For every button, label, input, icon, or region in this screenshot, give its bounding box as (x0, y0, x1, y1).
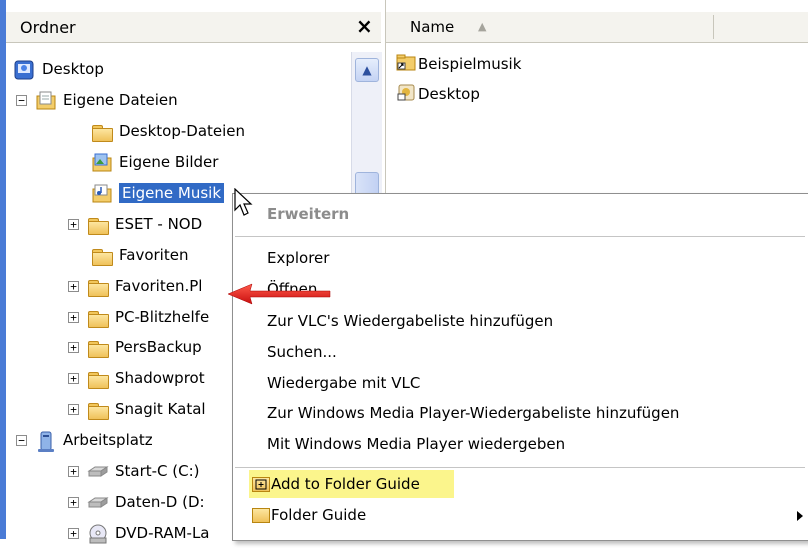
tree-item-pc-blitzhelfer[interactable]: + PC-Blitzhelfe (68, 304, 209, 330)
dvd-drive-icon (87, 524, 109, 543)
tree-item-persbackup[interactable]: + PersBackup (68, 334, 202, 360)
tree-item-favoriten[interactable]: Favoriten (91, 242, 188, 268)
submenu-arrow-icon (797, 511, 803, 521)
music-folder-icon (91, 184, 113, 203)
tree-item-snagit-katalog[interactable]: + Snagit Katal (68, 396, 206, 422)
collapse-icon[interactable]: − (16, 434, 27, 446)
tree-item-start-c[interactable]: + Start-C (C:) (68, 458, 200, 484)
file-item-label: Desktop (418, 85, 480, 103)
tree-item-daten-d[interactable]: + Daten-D (D: (68, 489, 205, 515)
file-item-label: Beispielmusik (418, 55, 522, 73)
scroll-up-icon[interactable]: ▲ (355, 58, 379, 82)
tree-item-label: Arbeitsplatz (63, 431, 153, 449)
expand-icon[interactable]: + (68, 341, 79, 353)
tree-item-label: Favoriten (119, 246, 189, 264)
tree-item-label: PersBackup (115, 338, 202, 356)
tree-item-label: Eigene Musik (119, 183, 225, 203)
expand-icon[interactable]: + (68, 465, 79, 477)
hard-drive-icon (87, 493, 109, 512)
expand-icon[interactable]: + (68, 311, 79, 323)
expand-icon[interactable]: + (68, 372, 79, 384)
sort-ascending-icon: ▲ (478, 20, 487, 33)
folder-icon (87, 277, 109, 297)
column-header: Name ▲ (386, 12, 808, 43)
folder-pane-header: Ordner × (6, 12, 381, 43)
folder-icon (87, 215, 109, 235)
close-pane-button[interactable]: × (356, 14, 373, 38)
tree-item-label: Daten-D (D: (115, 493, 205, 511)
tree-item-label: Snagit Katal (115, 400, 206, 418)
tree-item-label: PC-Blitzhelfe (115, 308, 210, 326)
context-menu: Erweitern Explorer Öffnen Zur VLC's Wied… (232, 193, 808, 541)
menu-item-wmp-playlist[interactable]: Zur Windows Media Player-Wiedergabeliste… (267, 404, 679, 422)
desktop-shortcut-icon (396, 82, 416, 106)
tree-item-eigene-bilder[interactable]: Eigene Bilder (91, 149, 218, 175)
tree-item-arbeitsplatz[interactable]: − Arbeitsplatz (16, 427, 153, 453)
folder-pane-title: Ordner (20, 18, 76, 37)
expand-icon[interactable]: + (68, 496, 79, 508)
menu-item-wmp-play[interactable]: Mit Windows Media Player wiedergeben (267, 435, 565, 453)
pictures-folder-icon (91, 153, 113, 172)
menu-item-vlc-playlist[interactable]: Zur VLC's Wiedergabeliste hinzufügen (267, 312, 553, 330)
folder-icon (87, 400, 109, 420)
menu-separator (235, 236, 805, 237)
add-folder-guide-icon (252, 477, 270, 492)
tree-item-label: Eigene Bilder (119, 153, 219, 171)
tree-item-label: Desktop (42, 60, 104, 78)
folder-icon (87, 308, 109, 328)
collapse-icon[interactable]: − (16, 94, 27, 106)
desktop-icon (14, 60, 36, 79)
tree-item-label: DVD-RAM-La (115, 524, 210, 542)
file-item-desktop[interactable]: Desktop (396, 82, 480, 106)
documents-folder-icon (35, 91, 57, 110)
expand-icon[interactable]: + (68, 403, 79, 415)
menu-item-play-vlc[interactable]: Wiedergabe mit VLC (267, 374, 420, 392)
tree-item-desktop-dateien[interactable]: Desktop-Dateien (91, 118, 245, 144)
folder-icon (91, 246, 113, 266)
menu-separator (235, 467, 805, 468)
tree-item-label: Shadowprot (115, 369, 205, 387)
menu-item-suchen[interactable]: Suchen... (267, 343, 337, 361)
folder-icon (87, 338, 109, 358)
tree-item-label: Start-C (C:) (115, 462, 200, 480)
file-item-beispielmusik[interactable]: Beispielmusik (396, 53, 521, 75)
menu-item-add-folder-guide[interactable]: Add to Folder Guide (271, 475, 420, 493)
tree-item-label: ESET - NOD (115, 215, 203, 233)
expand-icon[interactable]: + (68, 218, 79, 230)
menu-item-explorer[interactable]: Explorer (267, 249, 329, 267)
menu-item-folder-guide[interactable]: Folder Guide (271, 506, 366, 524)
tree-item-shadowprotect[interactable]: + Shadowprot (68, 365, 205, 391)
tree-item-eigene-dateien[interactable]: − Eigene Dateien (16, 87, 178, 113)
column-header-name[interactable]: Name (410, 18, 454, 36)
tree-item-eset[interactable]: + ESET - NOD (68, 211, 202, 237)
tree-item-dvd-ram[interactable]: + DVD-RAM-La (68, 520, 210, 546)
tree-item-label: Desktop-Dateien (119, 122, 246, 140)
column-divider[interactable] (713, 15, 714, 39)
tree-item-label: Eigene Dateien (63, 91, 178, 109)
computer-icon (35, 431, 57, 452)
mouse-pointer-icon (234, 188, 253, 216)
menu-item-erweitern[interactable]: Erweitern (267, 205, 349, 223)
music-folder-shortcut-icon (396, 53, 416, 75)
expand-icon[interactable]: + (68, 527, 79, 539)
tree-item-favoriten-pl[interactable]: + Favoriten.Pl (68, 273, 202, 299)
hard-drive-icon (87, 462, 109, 481)
tree-item-eigene-musik[interactable]: Eigene Musik (91, 180, 225, 206)
folder-guide-icon (252, 508, 270, 523)
folder-icon (91, 122, 113, 142)
folder-icon (87, 369, 109, 389)
tree-item-desktop[interactable]: Desktop (14, 56, 104, 82)
tree-item-label: Favoriten.Pl (115, 277, 203, 295)
red-arrow-icon (227, 283, 331, 305)
expand-icon[interactable]: + (68, 280, 79, 292)
